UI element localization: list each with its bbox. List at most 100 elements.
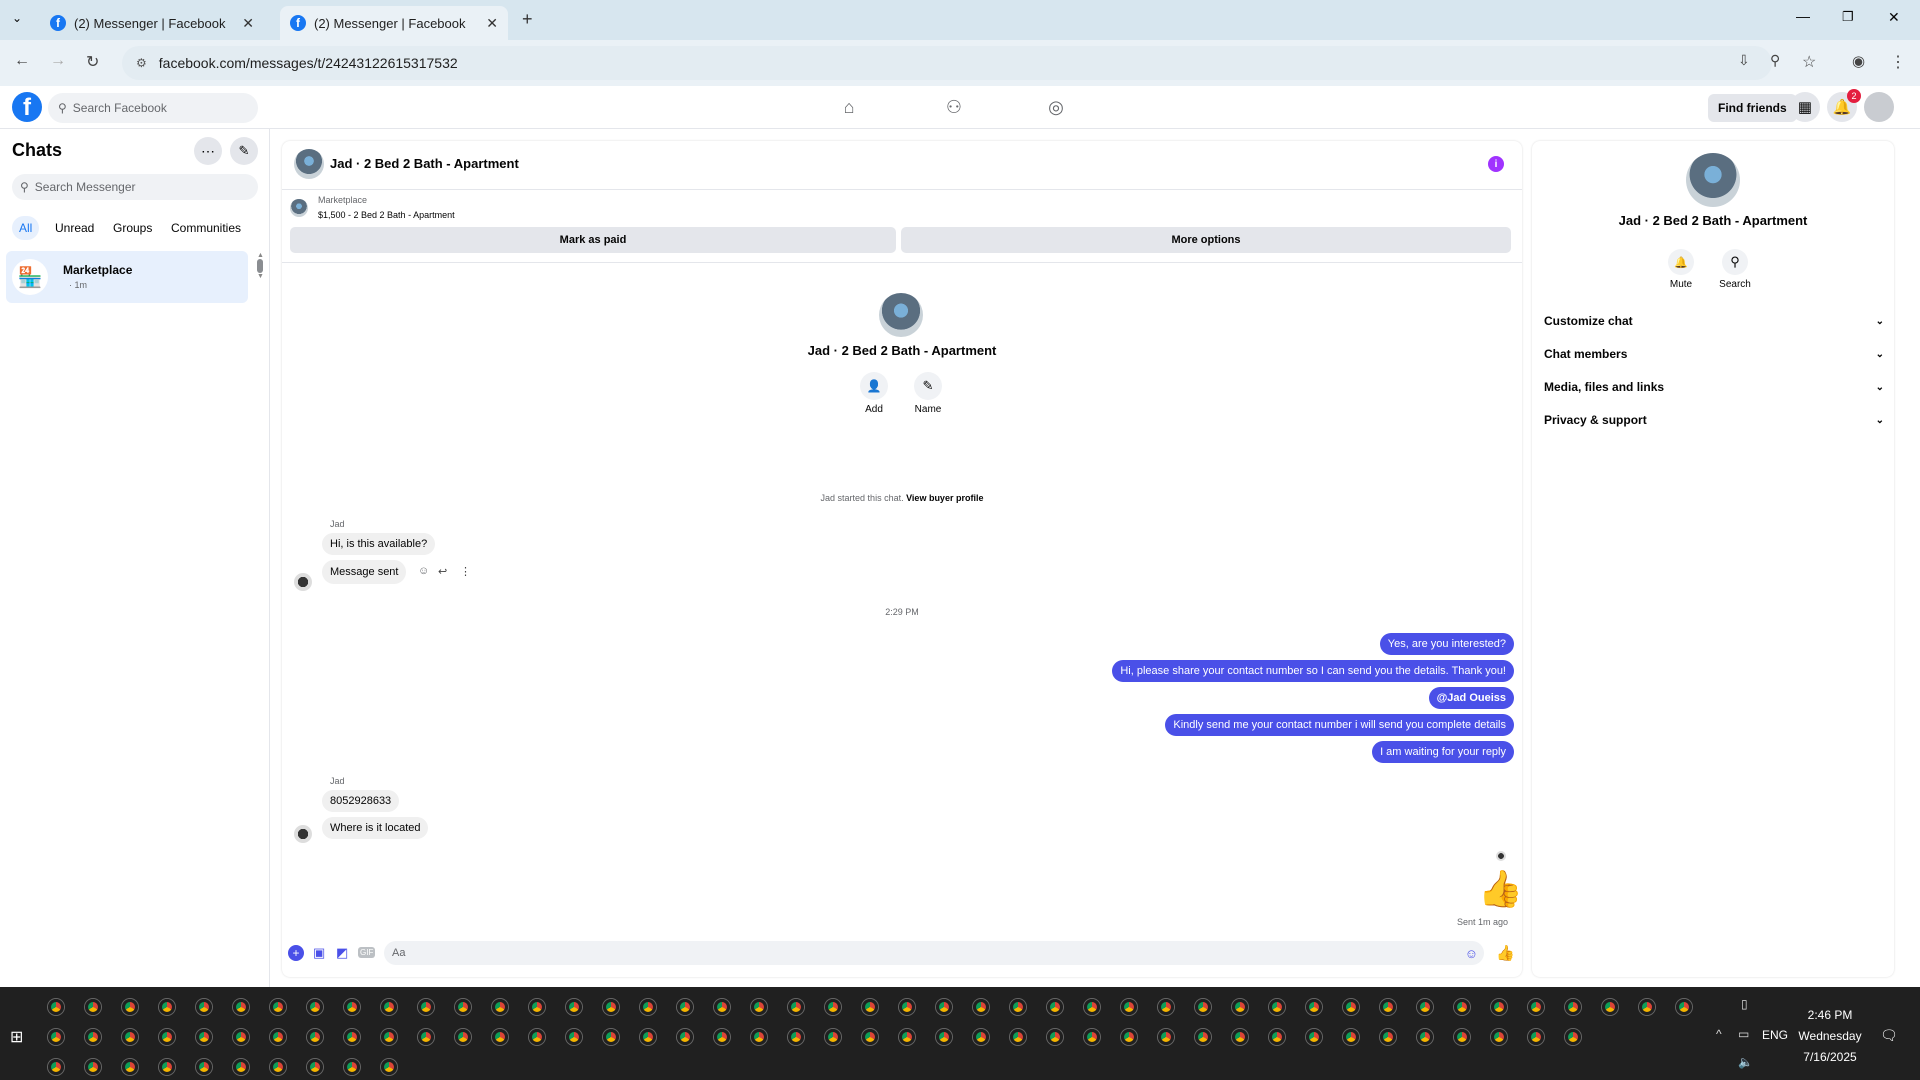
chrome-taskbar-icon[interactable] — [1528, 999, 1544, 1015]
chrome-taskbar-icon[interactable] — [862, 1029, 878, 1045]
filter-groups[interactable]: Groups — [106, 216, 159, 240]
chrome-taskbar-icon[interactable] — [307, 999, 323, 1015]
more-options-icon[interactable]: ⋯ — [194, 137, 222, 165]
chrome-taskbar-icon[interactable] — [1232, 999, 1248, 1015]
chrome-taskbar-icon[interactable] — [529, 1029, 545, 1045]
chrome-taskbar-icon[interactable] — [1454, 999, 1470, 1015]
chrome-taskbar-icon[interactable] — [1491, 1029, 1507, 1045]
browser-tab[interactable]: f (2) Messenger | Facebook ✕ — [40, 6, 264, 40]
chrome-taskbar-icon[interactable] — [307, 1029, 323, 1045]
chrome-taskbar-icon[interactable] — [640, 999, 656, 1015]
chrome-taskbar-icon[interactable] — [381, 999, 397, 1015]
chrome-taskbar-icon[interactable] — [788, 1029, 804, 1045]
chrome-taskbar-icon[interactable] — [122, 1029, 138, 1045]
message-composer-input[interactable]: Aa ☺ — [384, 941, 1484, 965]
chrome-taskbar-icon[interactable] — [1121, 1029, 1137, 1045]
chrome-taskbar-icon[interactable] — [344, 1059, 360, 1075]
system-clock[interactable]: 2:46 PM Wednesday 7/16/2025 — [1790, 1005, 1870, 1068]
bookmark-star-icon[interactable]: ☆ — [1802, 52, 1816, 72]
chrome-taskbar-icon[interactable] — [1676, 999, 1692, 1015]
chrome-taskbar-icon[interactable] — [973, 1029, 989, 1045]
chrome-taskbar-icon[interactable] — [1306, 999, 1322, 1015]
chrome-taskbar-icon[interactable] — [1380, 1029, 1396, 1045]
zoom-icon[interactable]: ⚲ — [1770, 52, 1780, 69]
chrome-taskbar-icon[interactable] — [566, 1029, 582, 1045]
chrome-taskbar-icon[interactable] — [566, 999, 582, 1015]
chrome-taskbar-icon[interactable] — [1565, 1029, 1581, 1045]
close-window-icon[interactable]: ✕ — [1888, 9, 1900, 26]
chrome-taskbar-icon[interactable] — [270, 1029, 286, 1045]
device-icon[interactable]: ▯ — [1741, 997, 1748, 1011]
chrome-taskbar-icon[interactable] — [48, 1059, 64, 1075]
send-like-icon[interactable]: 👍 — [1496, 944, 1515, 962]
chrome-taskbar-icon[interactable] — [1639, 999, 1655, 1015]
sender-avatar[interactable] — [294, 825, 312, 843]
search-icon[interactable]: ⚲ — [1722, 249, 1748, 275]
chrome-taskbar-icon[interactable] — [1158, 1029, 1174, 1045]
photo-icon[interactable]: ▣ — [313, 945, 325, 961]
chrome-taskbar-icon[interactable] — [381, 1059, 397, 1075]
chrome-taskbar-icon[interactable] — [85, 999, 101, 1015]
reload-icon[interactable]: ↻ — [86, 52, 99, 72]
incoming-message[interactable]: Where is it located — [322, 817, 429, 839]
chrome-taskbar-icon[interactable] — [1343, 999, 1359, 1015]
chrome-taskbar-icon[interactable] — [899, 999, 915, 1015]
chrome-taskbar-icon[interactable] — [1084, 1029, 1100, 1045]
chrome-taskbar-icon[interactable] — [196, 1059, 212, 1075]
outgoing-message[interactable]: Kindly send me your contact number i wil… — [1165, 714, 1514, 736]
windows-start-icon[interactable]: ⊞ — [10, 1027, 23, 1047]
chrome-taskbar-icon[interactable] — [1121, 999, 1137, 1015]
profile-avatar[interactable] — [879, 293, 923, 337]
chrome-taskbar-icon[interactable] — [825, 1029, 841, 1045]
chrome-taskbar-icon[interactable] — [455, 1029, 471, 1045]
facebook-search-input[interactable]: ⚲ Search Facebook — [48, 93, 258, 123]
chrome-taskbar-icon[interactable] — [270, 1059, 286, 1075]
install-app-icon[interactable]: ⇩ — [1738, 52, 1750, 69]
chrome-taskbar-icon[interactable] — [1565, 999, 1581, 1015]
close-tab-icon[interactable]: ✕ — [486, 15, 498, 32]
chrome-taskbar-icon[interactable] — [85, 1029, 101, 1045]
customize-chat-section[interactable]: Customize chat ⌄ — [1544, 308, 1884, 334]
chrome-taskbar-icon[interactable] — [455, 999, 471, 1015]
chrome-taskbar-icon[interactable] — [122, 999, 138, 1015]
chrome-taskbar-icon[interactable] — [492, 1029, 508, 1045]
chat-list-item[interactable]: 🏪 Marketplace · 1m — [6, 251, 248, 303]
chrome-taskbar-icon[interactable] — [714, 1029, 730, 1045]
address-bar[interactable]: ⚙ facebook.com/messages/t/24243122615317… — [122, 46, 1772, 80]
chrome-taskbar-icon[interactable] — [418, 1029, 434, 1045]
chrome-taskbar-icon[interactable] — [1454, 1029, 1470, 1045]
tab-list-chevron-icon[interactable]: ⌄ — [12, 11, 28, 27]
chrome-taskbar-icon[interactable] — [788, 999, 804, 1015]
chrome-taskbar-icon[interactable] — [48, 999, 64, 1015]
chrome-taskbar-icon[interactable] — [196, 1029, 212, 1045]
sender-avatar[interactable] — [294, 573, 312, 591]
mute-bell-icon[interactable]: 🔔 — [1668, 249, 1694, 275]
outgoing-message[interactable]: Yes, are you interested? — [1379, 633, 1514, 655]
chrome-taskbar-icon[interactable] — [677, 999, 693, 1015]
new-tab-plus-icon[interactable]: + — [522, 9, 533, 30]
chrome-taskbar-icon[interactable] — [159, 1029, 175, 1045]
site-info-icon[interactable]: ⚙ — [136, 56, 147, 70]
chrome-taskbar-icon[interactable] — [344, 1029, 360, 1045]
groups-icon[interactable]: ◎ — [1044, 95, 1068, 119]
emoji-icon[interactable]: ☺ — [1465, 946, 1478, 961]
more-options-button[interactable]: More options — [901, 227, 1511, 253]
chrome-taskbar-icon[interactable] — [714, 999, 730, 1015]
chrome-taskbar-icon[interactable] — [603, 1029, 619, 1045]
chrome-taskbar-icon[interactable] — [1380, 999, 1396, 1015]
account-avatar[interactable] — [1864, 92, 1894, 122]
gif-icon[interactable]: GIF — [358, 947, 376, 958]
volume-icon[interactable]: 🔈 — [1738, 1055, 1753, 1069]
chrome-taskbar-icon[interactable] — [233, 1029, 249, 1045]
facebook-logo-icon[interactable]: f — [12, 92, 42, 122]
incoming-message[interactable]: 8052928633 — [322, 790, 400, 812]
back-arrow-icon[interactable]: ← — [14, 52, 30, 70]
sticker-icon[interactable]: ◩ — [336, 945, 348, 961]
chrome-taskbar-icon[interactable] — [233, 1059, 249, 1075]
chrome-taskbar-icon[interactable] — [418, 999, 434, 1015]
chrome-taskbar-icon[interactable] — [1047, 999, 1063, 1015]
chat-list-scrollbar[interactable]: ▲ ▼ — [257, 252, 265, 282]
outgoing-message-mention[interactable]: @Jad Oueiss — [1428, 687, 1514, 709]
chrome-taskbar-icon[interactable] — [1010, 999, 1026, 1015]
chrome-taskbar-icon[interactable] — [825, 999, 841, 1015]
